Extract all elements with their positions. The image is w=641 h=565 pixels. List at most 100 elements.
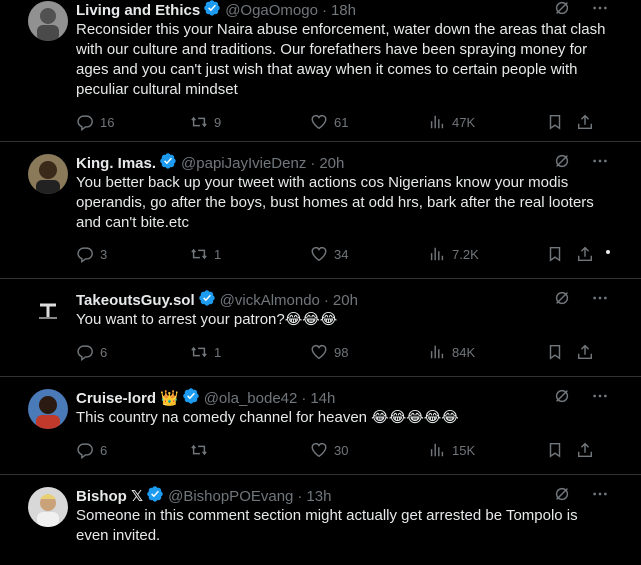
timestamp[interactable]: 13h: [306, 487, 331, 507]
avatar[interactable]: [28, 389, 68, 429]
grok-icon[interactable]: [553, 152, 571, 170]
like-count: 98: [334, 344, 349, 360]
avatar[interactable]: [28, 291, 68, 331]
share-button[interactable]: [576, 113, 594, 131]
like-button[interactable]: 98: [310, 343, 348, 361]
reply-button[interactable]: 16: [76, 113, 114, 131]
tweet[interactable]: Cruise-lord 👑 @ola_bode42 · 14h This cou…: [0, 377, 641, 475]
bookmark-icon: [546, 343, 564, 361]
display-name[interactable]: Bishop 𝕏: [76, 487, 143, 507]
bookmark-button[interactable]: [546, 245, 564, 263]
more-icon[interactable]: [591, 485, 609, 503]
tweet-top-actions: [553, 387, 609, 405]
reply-button[interactable]: 6: [76, 343, 107, 361]
more-icon[interactable]: [591, 387, 609, 405]
reply-button[interactable]: 3: [76, 245, 107, 263]
like-button[interactable]: 61: [310, 113, 348, 131]
handle[interactable]: @papiJayIvieDenz: [181, 154, 306, 174]
repost-count: 9: [214, 114, 222, 130]
views-icon: [428, 343, 446, 361]
reply-count: 6: [100, 344, 108, 360]
tweet-text: You want to arrest your patron?😂😂😂: [76, 311, 338, 328]
share-button[interactable]: [576, 245, 594, 263]
views-count: 7.2K: [452, 246, 479, 262]
separator-dot: ·: [323, 292, 329, 309]
handle[interactable]: @OgaOmogo: [225, 1, 318, 21]
reply-count: 16: [100, 114, 115, 130]
reply-icon: [76, 245, 94, 263]
display-name[interactable]: King. Imas.: [76, 154, 156, 174]
views-button[interactable]: 7.2K: [428, 245, 479, 263]
tweet-top-actions: [553, 485, 609, 503]
handle[interactable]: @BishopPOEvang: [168, 487, 293, 507]
tweet-text: Reconsider this your Naira abuse enforce…: [76, 21, 606, 98]
repost-icon: [190, 343, 208, 361]
tweet[interactable]: TakeoutsGuy.sol @vickAlmondo · 20h You w…: [0, 279, 641, 377]
bookmark-button[interactable]: [546, 343, 564, 361]
tweet-text: Someone in this comment section might ac…: [76, 507, 578, 544]
repost-button[interactable]: [190, 441, 214, 459]
display-name[interactable]: TakeoutsGuy.sol: [76, 291, 195, 311]
more-icon[interactable]: [591, 0, 609, 17]
display-name[interactable]: Living and Ethics: [76, 1, 200, 21]
more-icon[interactable]: [591, 152, 609, 170]
reply-button[interactable]: 6: [76, 441, 107, 459]
views-icon: [428, 245, 446, 263]
handle[interactable]: @ola_bode42: [204, 389, 298, 409]
like-button[interactable]: 34: [310, 245, 348, 263]
repost-button[interactable]: 1: [190, 245, 221, 263]
timestamp[interactable]: 20h: [333, 291, 358, 311]
grok-icon[interactable]: [553, 289, 571, 307]
tweet-text: This country na comedy channel for heave…: [76, 409, 459, 426]
share-icon: [576, 343, 594, 361]
repost-icon: [190, 245, 208, 263]
like-count: 30: [334, 442, 349, 458]
views-icon: [428, 441, 446, 459]
like-button[interactable]: 30: [310, 441, 348, 459]
grok-icon[interactable]: [553, 485, 571, 503]
reply-count: 6: [100, 442, 108, 458]
scroll-indicator: [606, 250, 610, 254]
repost-button[interactable]: 9: [190, 113, 221, 131]
share-icon: [576, 441, 594, 459]
reply-icon: [76, 113, 94, 131]
grok-icon[interactable]: [553, 387, 571, 405]
views-button[interactable]: 15K: [428, 441, 475, 459]
views-count: 84K: [452, 344, 476, 360]
like-icon: [310, 113, 328, 131]
tweet[interactable]: King. Imas. @papiJayIvieDenz · 20h You b…: [0, 142, 641, 279]
avatar[interactable]: [28, 154, 68, 194]
more-icon[interactable]: [591, 289, 609, 307]
timestamp[interactable]: 18h: [331, 1, 356, 21]
timestamp[interactable]: 14h: [310, 389, 335, 409]
tweet-top-actions: [553, 152, 609, 170]
bookmark-button[interactable]: [546, 113, 564, 131]
share-icon: [576, 113, 594, 131]
views-button[interactable]: 84K: [428, 343, 475, 361]
separator-dot: ·: [321, 2, 327, 19]
handle[interactable]: @vickAlmondo: [220, 291, 320, 311]
repost-count: 1: [214, 344, 222, 360]
share-button[interactable]: [576, 343, 594, 361]
timestamp[interactable]: 20h: [319, 154, 344, 174]
tweet-top-actions: [553, 289, 609, 307]
bookmark-icon: [546, 441, 564, 459]
separator-dot: ·: [310, 155, 316, 172]
grok-icon[interactable]: [553, 0, 571, 17]
display-name[interactable]: Cruise-lord: [76, 389, 156, 409]
tweet[interactable]: Bishop 𝕏 @BishopPOEvang · 13h Someone in…: [0, 475, 641, 565]
share-button[interactable]: [576, 441, 594, 459]
like-count: 34: [334, 246, 349, 262]
reply-count: 3: [100, 246, 108, 262]
separator-dot: ·: [301, 390, 307, 407]
share-icon: [576, 245, 594, 263]
bookmark-button[interactable]: [546, 441, 564, 459]
views-button[interactable]: 47K: [428, 113, 475, 131]
avatar[interactable]: [28, 1, 68, 41]
tweet-actions: 6 1 98 84K: [76, 343, 596, 363]
like-count: 61: [334, 114, 349, 130]
repost-button[interactable]: 1: [190, 343, 221, 361]
bookmark-icon: [546, 245, 564, 263]
tweet[interactable]: Living and Ethics @OgaOmogo · 18h Recons…: [0, 0, 641, 142]
avatar[interactable]: [28, 487, 68, 527]
